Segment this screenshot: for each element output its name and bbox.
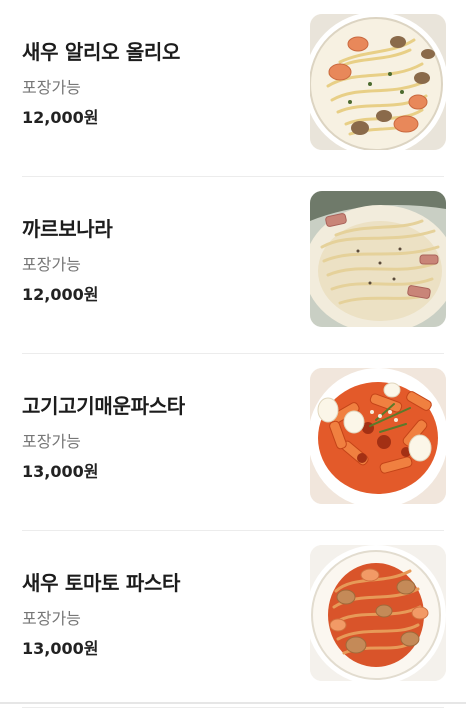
menu-item-photo[interactable] xyxy=(310,368,446,504)
menu-item-price: 12,000원 xyxy=(22,285,99,304)
carbonara-image xyxy=(310,191,446,327)
menu-item-price: 13,000원 xyxy=(22,462,99,481)
menu-item-name: 까르보나라 xyxy=(22,217,113,241)
menu-item-photo[interactable] xyxy=(310,545,446,681)
takeout-available-label: 포장가능 xyxy=(22,78,81,97)
menu-item-photo[interactable] xyxy=(310,191,446,327)
menu-item-price: 13,000원 xyxy=(22,639,99,658)
menu-item-carbonara[interactable]: 까르보나라 포장가능 12,000원 xyxy=(22,177,446,354)
menu-item-spicy-meat-pasta[interactable]: 고기고기매운파스타 포장가능 13,000원 xyxy=(22,354,446,531)
takeout-available-label: 포장가능 xyxy=(22,609,81,628)
takeout-available-label: 포장가능 xyxy=(22,255,81,274)
garlic-shrimp-pasta-image xyxy=(310,14,446,150)
menu-item-shrimp-tomato-pasta[interactable]: 새우 토마토 파스타 포장가능 13,000원 xyxy=(22,531,446,708)
takeout-available-label: 포장가능 xyxy=(22,432,81,451)
menu-item-price: 12,000원 xyxy=(22,108,99,127)
menu-item-shrimp-aglio-olio[interactable]: 새우 알리오 올리오 포장가능 12,000원 xyxy=(22,0,446,177)
menu-item-photo[interactable] xyxy=(310,14,446,150)
menu-list: 새우 알리오 올리오 포장가능 12,000원 까르보나라 포장가능 12,00… xyxy=(0,0,466,708)
spicy-meat-pasta-image xyxy=(310,368,446,504)
menu-item-name: 새우 토마토 파스타 xyxy=(22,571,181,595)
menu-item-name: 고기고기매운파스타 xyxy=(22,394,185,418)
shrimp-tomato-pasta-image xyxy=(310,545,446,681)
menu-item-name: 새우 알리오 올리오 xyxy=(22,40,181,64)
